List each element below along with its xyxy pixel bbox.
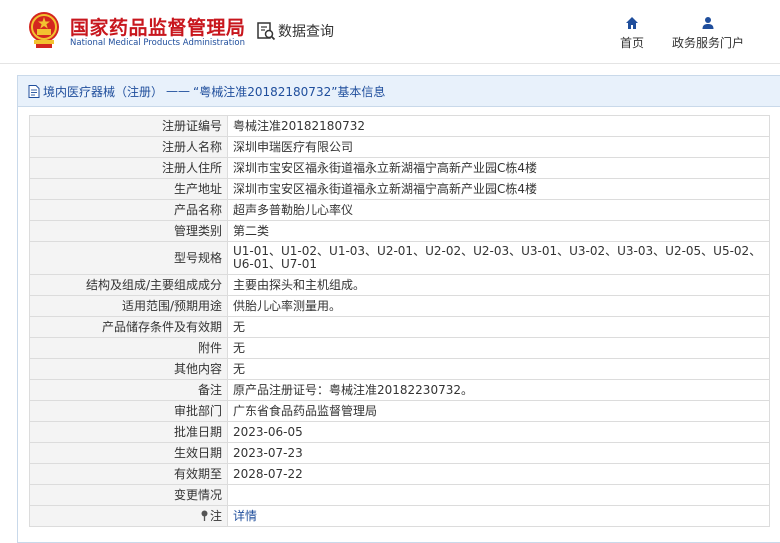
breadcrumb: 境内医疗器械（注册） —— “粤械注准20182180732”基本信息 [18,76,780,107]
field-label: 审批部门 [29,400,228,422]
table-row: 型号规格 U1-01、U1-02、U1-03、U2-01、U2-02、U2-03、… [29,241,770,275]
field-value: U1-01、U1-02、U1-03、U2-01、U2-02、U2-03、U3-0… [227,241,770,275]
breadcrumb-current: “粤械注准20182180732”基本信息 [193,84,386,99]
user-icon [702,17,714,29]
field-label: 附件 [29,337,228,359]
field-value: 广东省食品药品监督管理局 [227,400,770,422]
details-link[interactable]: 详情 [233,509,257,523]
field-label-note: 注 [29,505,228,527]
table-row: 其他内容无 [29,358,770,380]
table-row: 注册人名称 深圳申瑞医疗有限公司 [29,136,770,158]
field-label: 结构及组成/主要组成成分 [29,274,228,296]
pin-icon [201,510,208,521]
table-row: 注册人住所 深圳市宝安区福永街道福永立新湖福宁高新产业园C栋4楼 [29,157,770,179]
data-query-link[interactable]: 数据查询 [278,21,334,41]
field-value: 无 [227,358,770,380]
table-row: 有效期至 2028-07-22 [29,463,770,485]
breadcrumb-separator: —— [166,84,191,98]
field-value: 无 [227,316,770,338]
field-label: 备注 [29,379,228,401]
field-value [227,484,770,506]
header-divider [0,63,780,64]
national-emblem-icon [29,12,59,48]
detail-panel: 境内医疗器械（注册） —— “粤械注准20182180732”基本信息 注册证编… [17,75,780,543]
field-label: 管理类别 [29,220,228,242]
field-value: 2023-06-05 [227,421,770,443]
field-value: 2023-07-23 [227,442,770,464]
document-icon [28,84,40,98]
table-row: 附件无 [29,337,770,359]
field-value: 第二类 [227,220,770,242]
field-label: 生产地址 [29,178,228,200]
field-label: 注册人名称 [29,136,228,158]
site-title: 国家药品监督管理局 [70,17,246,39]
note-label: 注 [209,509,222,523]
table-row: 变更情况 [29,484,770,506]
field-label: 其他内容 [29,358,228,380]
field-value: 供胎儿心率测量用。 [227,295,770,317]
field-value: 深圳市宝安区福永街道福永立新湖福宁高新产业园C栋4楼 [227,157,770,179]
field-value: 原产品注册证号：粤械注准20182230732。 [227,379,770,401]
field-label: 变更情况 [29,484,228,506]
table-row: 注册证编号 粤械注准20182180732 [29,115,770,137]
table-row: 生效日期 2023-07-23 [29,442,770,464]
table-row: 适用范围/预期用途 供胎儿心率测量用。 [29,295,770,317]
field-label: 注册人住所 [29,157,228,179]
table-row: 备注 原产品注册证号：粤械注准20182230732。 [29,379,770,401]
site-header: 国家药品监督管理局 National Medical Products Admi… [0,0,780,62]
field-label: 产品储存条件及有效期 [29,316,228,338]
field-value-note: 详情 [227,505,770,527]
table-row: 产品名称 超声多普勒胎儿心率仪 [29,199,770,221]
field-label: 产品名称 [29,199,228,221]
field-value: 超声多普勒胎儿心率仪 [227,199,770,221]
table-row-note: 注详情 [29,505,770,527]
field-value: 粤械注准20182180732 [227,115,770,137]
table-row: 批准日期 2023-06-05 [29,421,770,443]
field-value: 2028-07-22 [227,463,770,485]
table-row: 管理类别 第二类 [29,220,770,242]
table-row: 结构及组成/主要组成成分 主要由探头和主机组成。 [29,274,770,296]
field-value: 深圳申瑞医疗有限公司 [227,136,770,158]
nav-portal-label: 政务服务门户 [671,36,744,50]
nav-home-label: 首页 [619,36,644,50]
field-label: 适用范围/预期用途 [29,295,228,317]
nav-service-portal[interactable]: 政务服务门户 [668,16,748,51]
registration-detail-table: 注册证编号 粤械注准20182180732 注册人名称 深圳申瑞医疗有限公司 注册人住所… [29,115,770,527]
field-value: 深圳市宝安区福永街道福永立新湖福宁高新产业园C栋4楼 [227,178,770,200]
field-value: 无 [227,337,770,359]
site-subtitle: National Medical Products Administration [70,38,245,48]
data-query-icon[interactable] [256,21,276,41]
breadcrumb-category[interactable]: 境内医疗器械（注册） [43,83,163,100]
table-row: 产品储存条件及有效期无 [29,316,770,338]
field-label: 型号规格 [29,241,228,275]
field-label: 生效日期 [29,442,228,464]
field-label: 有效期至 [29,463,228,485]
field-label: 注册证编号 [29,115,228,137]
table-row: 审批部门 广东省食品药品监督管理局 [29,400,770,422]
field-value: 主要由探头和主机组成。 [227,274,770,296]
field-label: 批准日期 [29,421,228,443]
table-row: 生产地址 深圳市宝安区福永街道福永立新湖福宁高新产业园C栋4楼 [29,178,770,200]
nav-home[interactable]: 首页 [614,16,650,51]
home-icon [626,17,638,29]
